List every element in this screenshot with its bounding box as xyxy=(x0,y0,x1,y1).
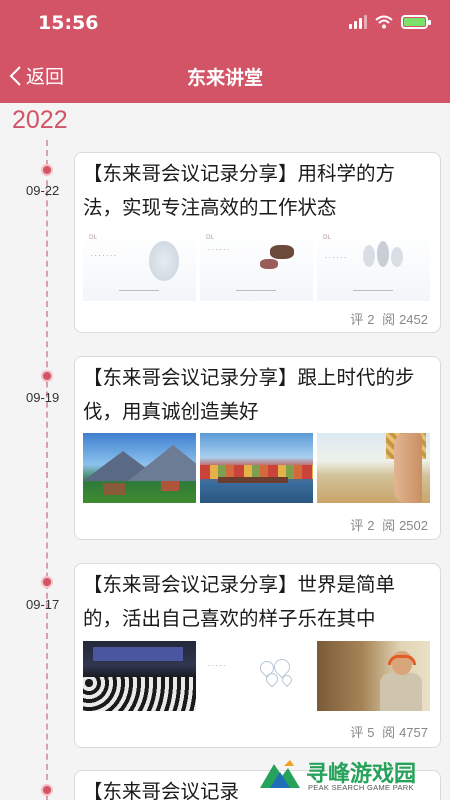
article-thumbnail xyxy=(200,433,313,503)
timeline-dot xyxy=(41,370,53,382)
article-thumbnails xyxy=(83,433,430,503)
signal-icon xyxy=(349,15,367,29)
article-stats: 评2 阅 2502 xyxy=(346,515,428,534)
timeline-dot xyxy=(41,576,53,588)
article-thumbnail: · · · · · xyxy=(200,641,313,711)
watermark: 寻峰游戏园 PEAK SEARCH GAME PARK xyxy=(256,752,450,800)
views-label: 阅 xyxy=(382,725,396,740)
views-count: 2452 xyxy=(399,312,428,327)
status-bar: 15:56 xyxy=(0,0,450,46)
article-thumbnails: · · · · · xyxy=(83,641,430,711)
watermark-subtitle: PEAK SEARCH GAME PARK xyxy=(308,783,414,792)
comments-count: 2 xyxy=(367,518,375,533)
comments-count: 5 xyxy=(367,725,375,740)
comments-count: 2 xyxy=(367,312,375,327)
article-date: 09-22 xyxy=(26,183,60,198)
timeline-line xyxy=(46,140,48,800)
status-time: 15:56 xyxy=(38,12,99,34)
comments-label: 评 xyxy=(350,312,364,327)
article-thumbnail xyxy=(83,433,196,503)
article-thumbnail xyxy=(83,641,196,711)
app-header: 15:56 返回 东来讲堂 xyxy=(0,0,450,103)
views-label: 阅 xyxy=(382,312,396,327)
views-count: 4757 xyxy=(399,725,428,740)
article-date: 09-19 xyxy=(26,390,60,405)
article-card[interactable]: 【东来哥会议记录分享】用科学的方法，实现专注高效的工作状态 DL · · · ·… xyxy=(74,152,441,333)
article-thumbnail xyxy=(317,641,430,711)
article-title: 【东来哥会议记录分享】跟上时代的步伐，用真诚创造美好 xyxy=(83,366,415,423)
status-icons xyxy=(349,15,431,29)
article-thumbnail: DL · · · · · · · xyxy=(83,231,196,301)
timeline-dot xyxy=(41,164,53,176)
article-title: 【东来哥会议记录 xyxy=(83,780,240,800)
article-date: 09-17 xyxy=(26,597,60,612)
battery-icon xyxy=(401,15,431,29)
views-count: 2502 xyxy=(399,518,428,533)
timeline-year: 2022 xyxy=(12,106,68,134)
article-card[interactable]: 【东来哥会议记录分享】跟上时代的步伐，用真诚创造美好 评2 阅 2502 xyxy=(74,356,441,540)
views-label: 阅 xyxy=(382,518,396,533)
page-title: 东来讲堂 xyxy=(186,67,263,89)
article-stats: 评5 阅 4757 xyxy=(346,722,428,741)
article-thumbnail: DL · · · · · · xyxy=(317,231,430,301)
timeline-dot xyxy=(41,784,53,796)
watermark-logo-icon xyxy=(260,760,300,788)
article-title: 【东来哥会议记录分享】用科学的方法，实现专注高效的工作状态 xyxy=(83,162,396,219)
article-title: 【东来哥会议记录分享】世界是简单的，活出自己喜欢的样子乐在其中 xyxy=(83,573,396,630)
article-stats: 评2 阅 2452 xyxy=(346,309,428,328)
comments-label: 评 xyxy=(350,725,364,740)
article-thumbnails: DL · · · · · · · DL · · · · · · DL · · ·… xyxy=(83,231,430,301)
article-thumbnail: DL · · · · · · xyxy=(200,231,313,301)
nav-bar: 返回 东来讲堂 xyxy=(0,50,450,100)
wifi-icon xyxy=(375,15,393,29)
article-card[interactable]: 【东来哥会议记录分享】世界是简单的，活出自己喜欢的样子乐在其中 · · · · … xyxy=(74,563,441,748)
comments-label: 评 xyxy=(350,518,364,533)
article-thumbnail xyxy=(317,433,430,503)
